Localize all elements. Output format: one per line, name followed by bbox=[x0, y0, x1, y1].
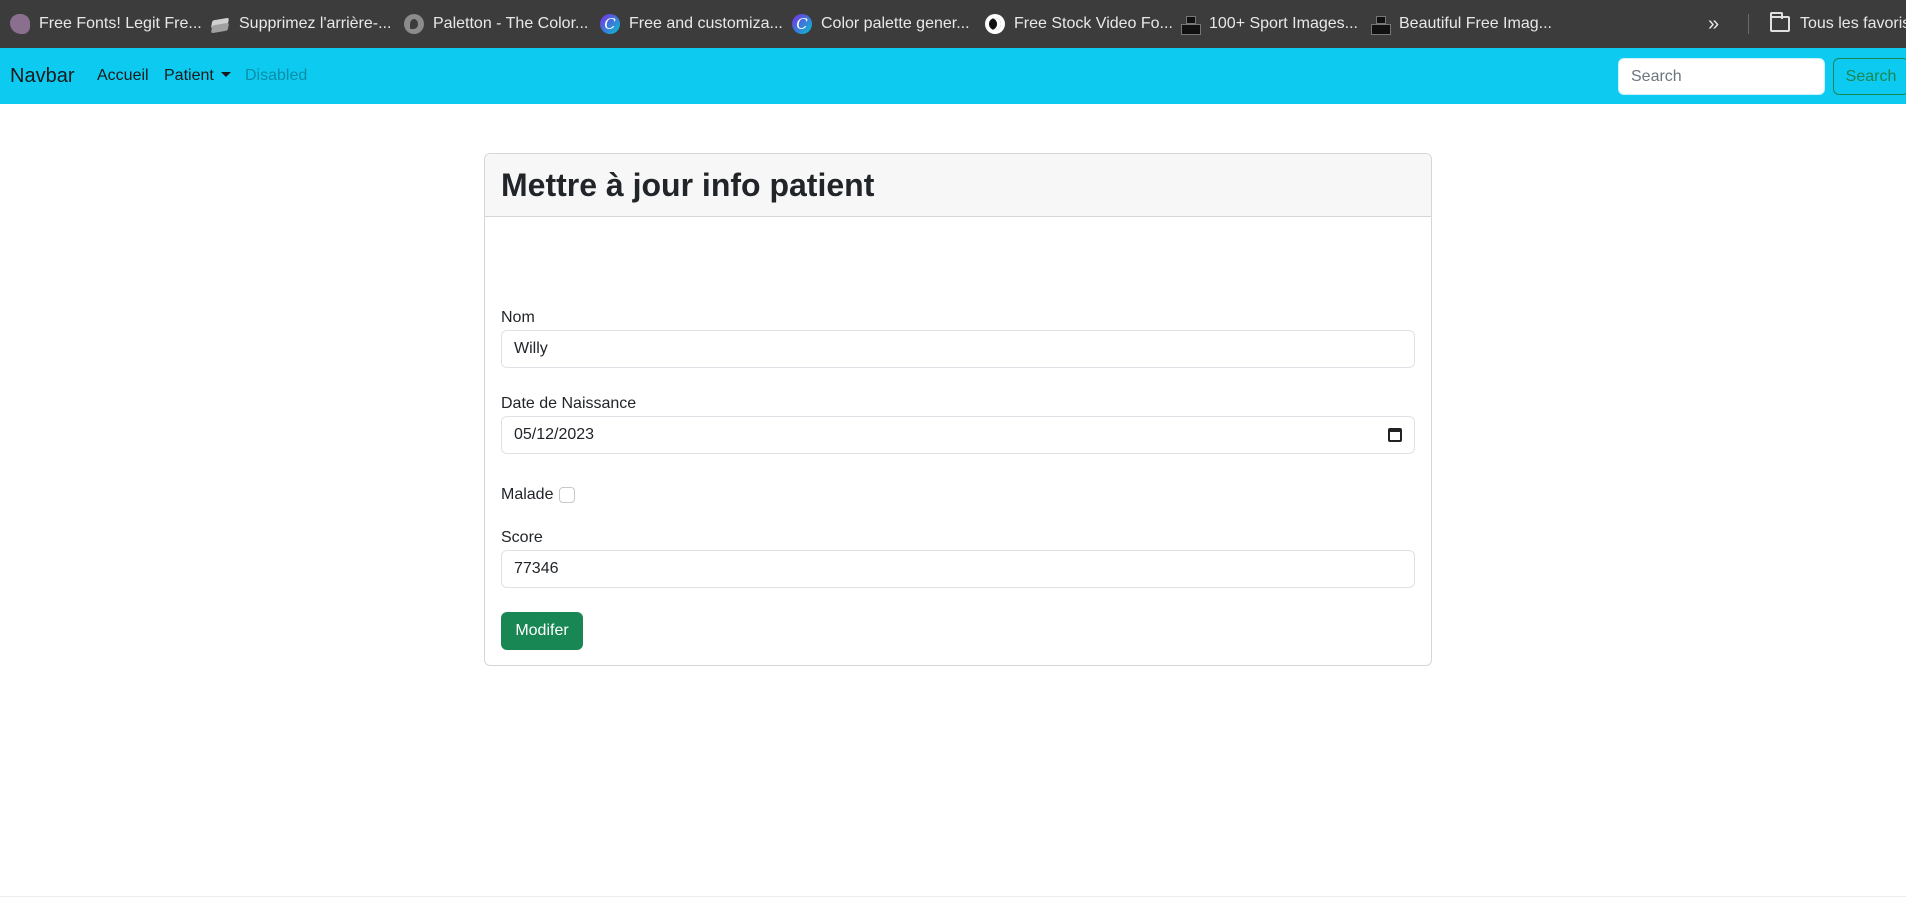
paletton-icon bbox=[404, 14, 424, 34]
score-label: Score bbox=[501, 529, 543, 546]
search-button[interactable]: Search bbox=[1833, 58, 1906, 95]
nav-link-disabled: Disabled bbox=[245, 67, 308, 84]
nav-link-accueil[interactable]: Accueil bbox=[97, 48, 149, 104]
bookmark-label: Color palette gener... bbox=[821, 15, 970, 32]
bookmark-label: Beautiful Free Imag... bbox=[1399, 15, 1552, 32]
navbar: Navbar Accueil Patient Disabled Search bbox=[0, 48, 1906, 104]
nom-label: Nom bbox=[501, 309, 535, 326]
bookmark-item[interactable]: Supprimez l'arrière-... bbox=[210, 0, 391, 48]
search-input[interactable] bbox=[1618, 58, 1825, 95]
malade-checkbox[interactable] bbox=[559, 487, 575, 503]
score-input[interactable]: 77346 bbox=[501, 550, 1415, 588]
bookmarks-bar: Free Fonts! Legit Fre... Supprimez l'arr… bbox=[0, 0, 1906, 48]
unsplash-icon bbox=[1370, 14, 1391, 35]
bookmark-label: Free Fonts! Legit Fre... bbox=[39, 15, 202, 32]
caret-down-icon bbox=[220, 72, 231, 77]
card-header: Mettre à jour info patient bbox=[485, 154, 1431, 217]
nom-input[interactable]: Willy bbox=[501, 330, 1415, 368]
bookmark-item[interactable]: C Free and customiza... bbox=[600, 0, 783, 48]
modifier-button[interactable]: Modifer bbox=[501, 612, 583, 650]
bookmarks-divider bbox=[1748, 14, 1749, 34]
bookmark-label: Free and customiza... bbox=[629, 15, 783, 32]
bookmark-label: Supprimez l'arrière-... bbox=[239, 15, 392, 32]
bookmark-label: Paletton - The Color... bbox=[433, 15, 589, 32]
more-bookmarks-chevron-icon[interactable]: » bbox=[1708, 0, 1719, 48]
malade-label: Malade bbox=[501, 486, 554, 503]
bookmark-label: Free Stock Video Fo... bbox=[1014, 15, 1173, 32]
bookmark-item[interactable]: Beautiful Free Imag... bbox=[1370, 0, 1552, 48]
canva-icon: C bbox=[792, 14, 812, 34]
date-value: 05/12/2023 bbox=[514, 426, 595, 443]
bookmark-item[interactable]: Free Fonts! Legit Fre... bbox=[10, 0, 202, 48]
layers-icon bbox=[210, 14, 230, 34]
bookmark-item[interactable]: Paletton - The Color... bbox=[404, 0, 588, 48]
navbar-brand[interactable]: Navbar bbox=[10, 48, 74, 104]
bookmark-item[interactable]: 100+ Sport Images... bbox=[1180, 0, 1358, 48]
canva-icon: C bbox=[600, 14, 620, 34]
unsplash-icon bbox=[1180, 14, 1201, 35]
nav-dropdown-patient[interactable]: Patient bbox=[164, 48, 231, 104]
bookmark-folder-label: Tous les favoris bbox=[1800, 15, 1906, 32]
card-body: Nom Willy Date de Naissance 05/12/2023 M… bbox=[485, 217, 1431, 665]
page-title: Mettre à jour info patient bbox=[501, 167, 875, 203]
bookmark-item[interactable]: Free Stock Video Fo... bbox=[985, 0, 1173, 48]
date-naissance-label: Date de Naissance bbox=[501, 395, 637, 412]
date-naissance-input[interactable]: 05/12/2023 bbox=[501, 416, 1415, 454]
bookmark-item[interactable]: C Color palette gener... bbox=[792, 0, 970, 48]
bookmark-label: 100+ Sport Images... bbox=[1209, 15, 1358, 32]
nav-dropdown-label: Patient bbox=[164, 67, 214, 84]
update-patient-card: Mettre à jour info patient Nom Willy Dat… bbox=[484, 153, 1432, 666]
folder-icon bbox=[1770, 12, 1790, 32]
calendar-icon[interactable] bbox=[1388, 428, 1402, 442]
bookmark-folder-all[interactable]: Tous les favoris bbox=[1770, 0, 1906, 48]
bird-icon bbox=[10, 14, 30, 34]
coolors-icon bbox=[985, 14, 1005, 34]
